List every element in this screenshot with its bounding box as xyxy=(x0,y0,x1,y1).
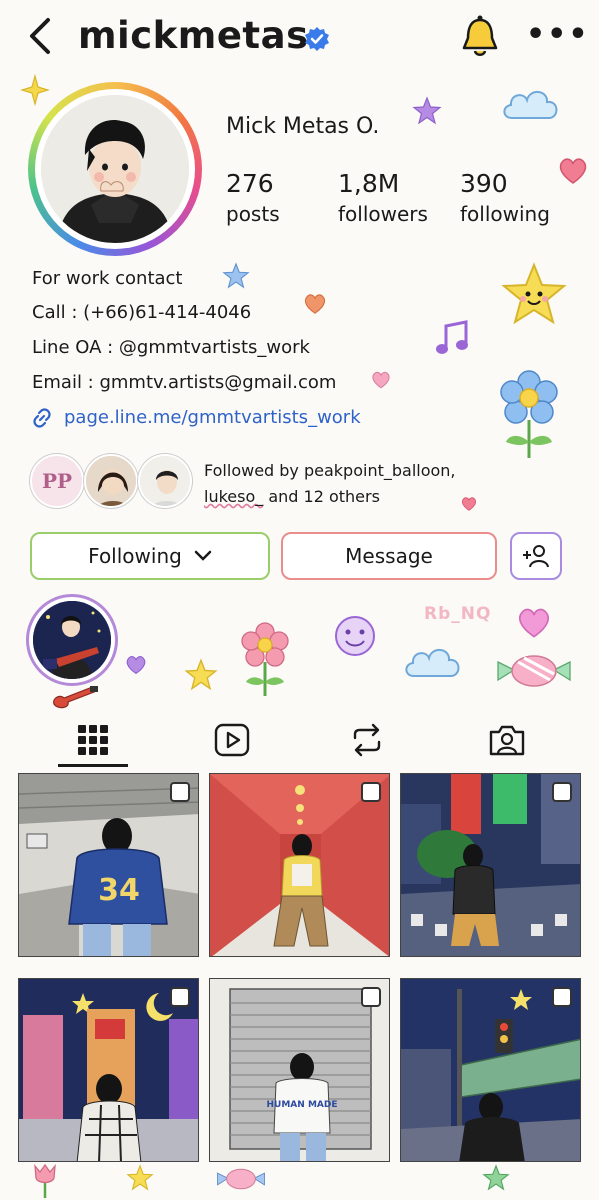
posts-stat[interactable]: 276 posts xyxy=(226,168,280,228)
posts-count: 276 xyxy=(226,169,274,198)
watermark: Rb_NQ xyxy=(424,604,492,624)
profile-full-name: Mick Metas O. xyxy=(226,114,380,139)
followers-stat[interactable]: 1,8M followers xyxy=(338,168,428,228)
select-checkbox[interactable] xyxy=(361,782,381,802)
post-thumbnail[interactable] xyxy=(209,773,390,957)
bell-icon[interactable] xyxy=(458,14,502,60)
post-thumbnail[interactable] xyxy=(400,773,581,957)
active-tab-indicator xyxy=(58,764,128,767)
mutual-followers-text[interactable]: Followed by peakpoint_balloon, lukeso_ a… xyxy=(204,458,504,510)
star-icon xyxy=(412,96,442,125)
heart-icon xyxy=(372,371,390,389)
sparkle-icon xyxy=(20,74,50,106)
posts-grid: 34 HUMAN MADE xyxy=(18,773,582,1163)
profile-link[interactable]: page.line.me/gmmtvartists_work xyxy=(30,404,361,432)
reels-icon xyxy=(214,723,250,757)
bio-line: Line OA : @gmmtvartists_work xyxy=(32,337,310,358)
mutual-avatar xyxy=(138,454,192,508)
bio-line: Call : (+66)61-414-4046 xyxy=(32,302,252,323)
post-thumbnail[interactable] xyxy=(400,978,581,1162)
shirt-text: HUMAN MADE xyxy=(267,1100,338,1110)
mutual-avatar-badge: PP xyxy=(41,469,73,493)
reposts-icon xyxy=(353,723,381,757)
cloud-icon xyxy=(503,91,558,119)
select-checkbox[interactable] xyxy=(361,987,381,1007)
followers-count: 1,8M xyxy=(338,169,400,198)
add-user-icon xyxy=(523,545,549,568)
back-chevron-icon[interactable] xyxy=(22,14,58,58)
message-button-label: Message xyxy=(345,544,433,568)
profile-username: mickmetas xyxy=(78,14,309,57)
heart-icon xyxy=(519,608,549,638)
heart-icon xyxy=(126,656,146,675)
following-stat[interactable]: 390 following xyxy=(460,168,550,228)
star-icon xyxy=(482,1164,510,1191)
tagged-icon xyxy=(489,725,525,756)
mutual-avatar xyxy=(84,454,138,508)
bio-line: Email : gmmtv.artists@gmail.com xyxy=(32,372,337,393)
post-thumbnail[interactable]: 34 xyxy=(18,773,199,957)
bio-line: For work contact xyxy=(32,268,183,289)
mutual-followers-line: Followed by peakpoint_balloon, xyxy=(204,461,456,480)
following-button[interactable]: Following xyxy=(30,532,270,580)
tab-grid[interactable] xyxy=(58,712,128,768)
message-button[interactable]: Message xyxy=(281,532,497,580)
candy-icon xyxy=(217,1168,265,1190)
profile-avatar[interactable] xyxy=(28,82,202,256)
jersey-number: 34 xyxy=(98,873,140,908)
star-icon xyxy=(222,262,250,289)
smiley-icon xyxy=(335,616,375,656)
grid-icon xyxy=(78,725,108,755)
candy-icon xyxy=(497,655,571,687)
heart-icon xyxy=(559,158,587,184)
star-icon xyxy=(126,1164,154,1191)
following-button-label: Following xyxy=(88,544,182,568)
profile-link-text: page.line.me/gmmtvartists_work xyxy=(64,407,361,428)
tab-reposts[interactable] xyxy=(332,712,402,768)
more-icon[interactable]: ••• xyxy=(526,20,588,50)
content-tabs xyxy=(0,712,599,768)
heart-icon xyxy=(304,294,326,314)
smiling-star-icon xyxy=(501,262,567,325)
mutual-followers-line: lukeso_ and 12 others xyxy=(204,487,380,506)
chevron-down-icon xyxy=(194,550,212,561)
select-checkbox[interactable] xyxy=(170,782,190,802)
following-label: following xyxy=(460,202,550,226)
mutual-follower-name[interactable]: lukeso_ xyxy=(204,487,263,506)
star-icon xyxy=(184,658,218,691)
music-note-icon xyxy=(436,320,468,354)
followers-label: followers xyxy=(338,202,428,226)
tulip-icon xyxy=(34,1163,56,1198)
select-checkbox[interactable] xyxy=(552,782,572,802)
select-checkbox[interactable] xyxy=(170,987,190,1007)
tab-tagged[interactable] xyxy=(472,712,542,768)
mutual-avatar: PP xyxy=(30,454,84,508)
flower-icon xyxy=(241,622,289,696)
add-user-button[interactable] xyxy=(510,532,562,580)
tab-reels[interactable] xyxy=(197,712,267,768)
cloud-icon xyxy=(405,649,460,677)
link-icon xyxy=(33,408,51,428)
story-highlight[interactable] xyxy=(26,594,118,686)
guitar-icon xyxy=(53,686,98,709)
post-thumbnail[interactable] xyxy=(18,978,199,1162)
posts-label: posts xyxy=(226,202,280,226)
following-count: 390 xyxy=(460,169,508,198)
verified-badge-icon xyxy=(304,26,330,52)
select-checkbox[interactable] xyxy=(552,987,572,1007)
flower-icon xyxy=(500,370,558,458)
mutual-followers-avatars[interactable]: PP xyxy=(30,454,192,510)
post-thumbnail[interactable]: HUMAN MADE xyxy=(209,978,390,1162)
